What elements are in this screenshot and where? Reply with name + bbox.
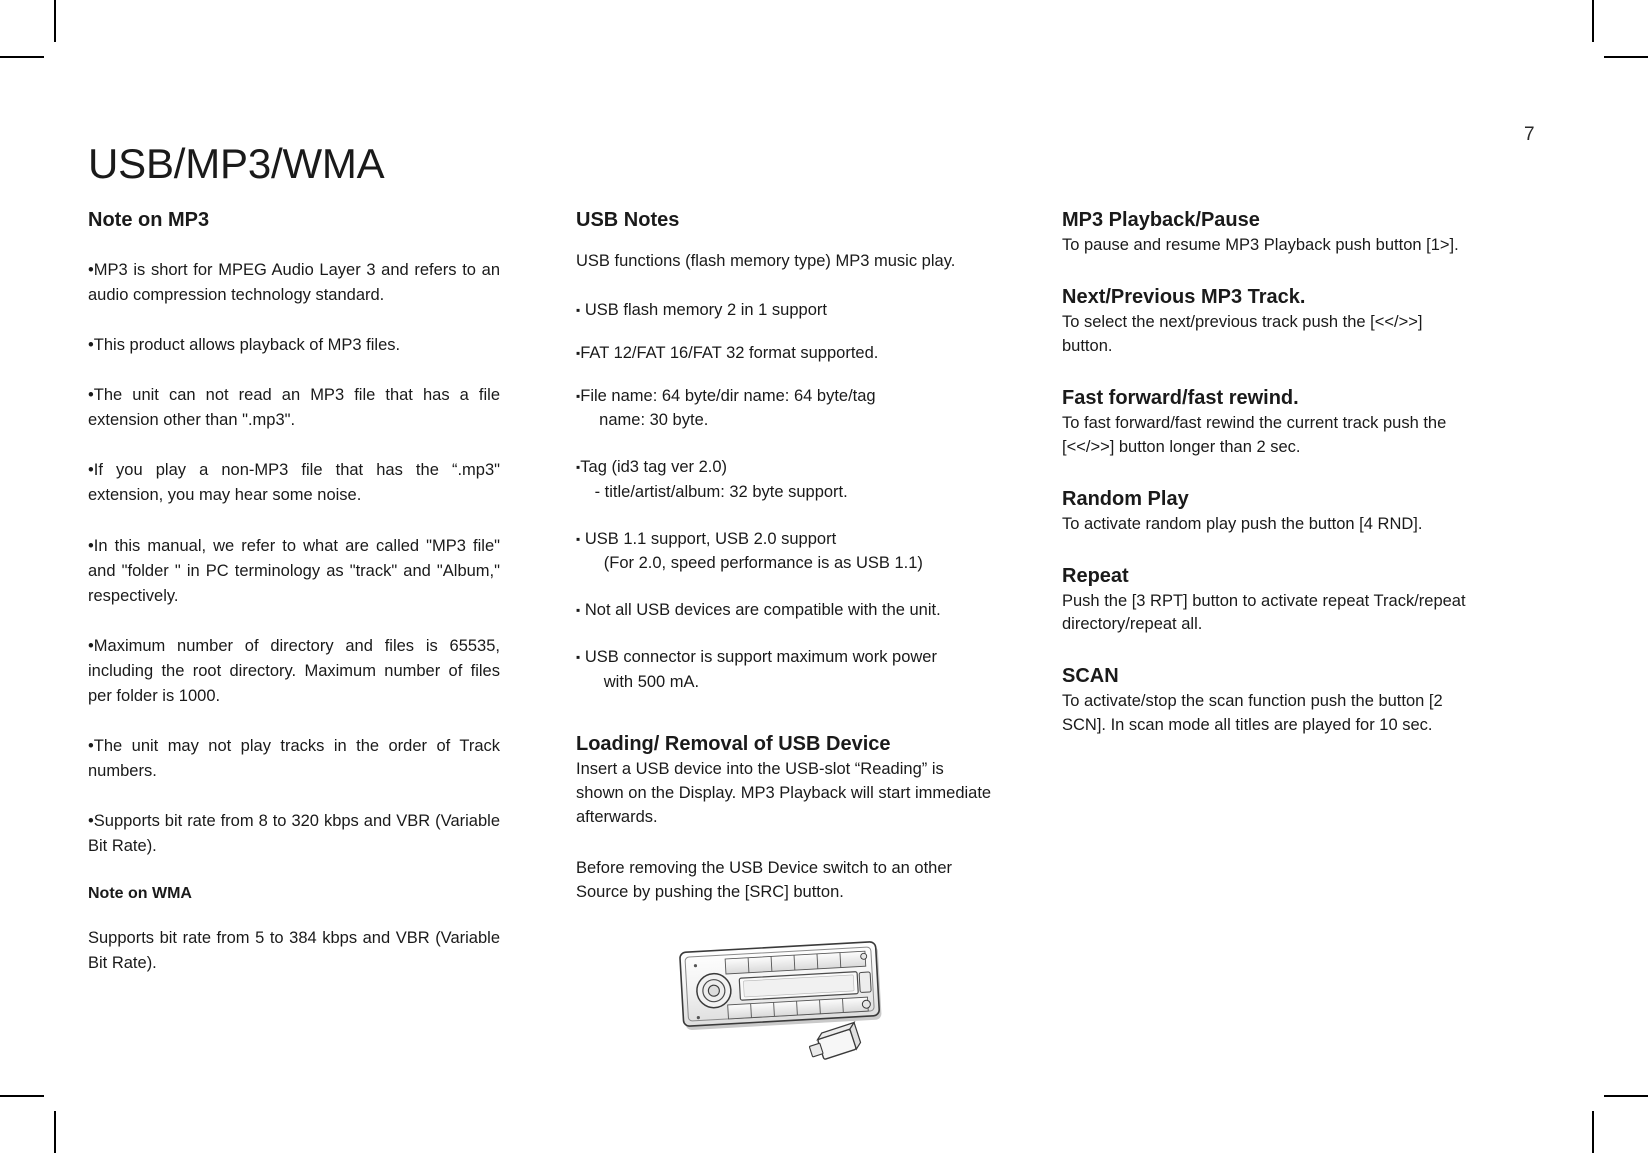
- mp3-note-bullet: •Maximum number of directory and files i…: [88, 636, 500, 705]
- crop-mark-top-right-horizontal: [1604, 56, 1648, 58]
- loading-removal-text: Insert a USB device into the USB-slot “R…: [576, 760, 992, 827]
- crop-mark-top-right-vertical: [1592, 0, 1594, 42]
- usb-note-item: ▪ USB connector is support maximum work …: [576, 645, 996, 695]
- crop-mark-top-left-vertical: [54, 0, 56, 42]
- mp3-note-bullet: •Supports bit rate from 8 to 320 kbps an…: [88, 812, 500, 856]
- right-column: MP3 Playback/Pause To pause and resume M…: [1062, 208, 1474, 738]
- note-on-mp3-heading: Note on MP3: [88, 209, 210, 231]
- note-on-wma-heading: Note on WMA: [88, 885, 192, 903]
- usb-notes-intro: USB functions (flash memory type) MP3 mu…: [576, 252, 956, 270]
- usb-note-text: File name: 64 byte/dir name: 64 byte/tag…: [580, 386, 876, 430]
- usb-note-item: ▪ USB flash memory 2 in 1 support: [576, 298, 996, 323]
- crop-mark-bottom-left-horizontal: [0, 1095, 44, 1097]
- usb-note-item: ▪FAT 12/FAT 16/FAT 32 format supported.: [576, 341, 996, 366]
- usb-note-text: Not all USB devices are compatible with …: [584, 601, 941, 620]
- crop-mark-top-left-horizontal: [0, 56, 44, 58]
- scan-heading: SCAN: [1062, 665, 1119, 688]
- fast-forward-rewind-heading: Fast forward/fast rewind.: [1062, 386, 1299, 409]
- random-play-heading: Random Play: [1062, 487, 1189, 510]
- repeat-heading: Repeat: [1062, 564, 1129, 587]
- usb-note-text: FAT 12/FAT 16/FAT 32 format supported.: [580, 343, 879, 362]
- next-previous-track-text: To select the next/previous track push t…: [1062, 312, 1423, 355]
- usb-note-text: USB 1.1 support, USB 2.0 support (For 2.…: [584, 529, 923, 573]
- left-column: Note on MP3 •MP3 is short for MPEG Audio…: [88, 208, 500, 976]
- repeat-text: Push the [3 RPT] button to activate repe…: [1062, 591, 1466, 634]
- middle-column: USB Notes USB functions (flash memory ty…: [576, 208, 996, 1061]
- next-previous-track-heading: Next/Previous MP3 Track.: [1062, 285, 1306, 308]
- removal-text: Before removing the USB Device switch to…: [576, 859, 953, 902]
- usb-note-item: ▪Tag (id3 tag ver 2.0) - title/artist/al…: [576, 455, 996, 505]
- page-title: USB/MP3/WMA: [88, 140, 385, 187]
- loading-removal-heading: Loading/ Removal of USB Device: [576, 733, 891, 756]
- crop-mark-bottom-right-vertical: [1592, 1111, 1594, 1153]
- car-stereo-illustration: [576, 931, 996, 1061]
- mp3-note-bullet: •MP3 is short for MPEG Audio Layer 3 and…: [88, 261, 500, 305]
- mp3-playback-pause-heading: MP3 Playback/Pause: [1062, 209, 1260, 231]
- usb-notes-heading: USB Notes: [576, 209, 680, 231]
- mp3-note-bullet: •The unit can not read an MP3 file that …: [88, 386, 500, 430]
- fast-forward-rewind-text: To fast forward/fast rewind the current …: [1062, 413, 1447, 456]
- scan-text: To activate/stop the scan function push …: [1062, 692, 1443, 735]
- usb-note-item: ▪File name: 64 byte/dir name: 64 byte/ta…: [576, 384, 996, 434]
- usb-note-text: USB connector is support maximum work po…: [584, 647, 937, 691]
- mp3-playback-pause-text: To pause and resume MP3 Playback push bu…: [1062, 236, 1459, 254]
- usb-note-text: USB flash memory 2 in 1 support: [584, 301, 827, 320]
- mp3-note-bullet: •If you play a non-MP3 file that has the…: [88, 461, 500, 505]
- document-page: 7 USB/MP3/WMA Note on MP3 •MP3 is short …: [0, 0, 1648, 1153]
- usb-note-text: Tag (id3 tag ver 2.0) - title/artist/alb…: [580, 458, 848, 501]
- usb-note-item: ▪ Not all USB devices are compatible wit…: [576, 598, 996, 623]
- page-number: 7: [1524, 124, 1535, 145]
- random-play-text: To activate random play push the button …: [1062, 514, 1423, 533]
- mp3-note-bullet: •The unit may not play tracks in the ord…: [88, 737, 500, 781]
- note-on-wma-text: Supports bit rate from 5 to 384 kbps and…: [88, 928, 500, 972]
- mp3-note-bullet: •This product allows playback of MP3 fil…: [88, 336, 401, 355]
- mp3-note-bullet: •In this manual, we refer to what are ca…: [88, 536, 500, 605]
- crop-mark-bottom-right-horizontal: [1604, 1095, 1648, 1097]
- crop-mark-bottom-left-vertical: [54, 1111, 56, 1153]
- usb-note-item: ▪ USB 1.1 support, USB 2.0 support (For …: [576, 527, 996, 577]
